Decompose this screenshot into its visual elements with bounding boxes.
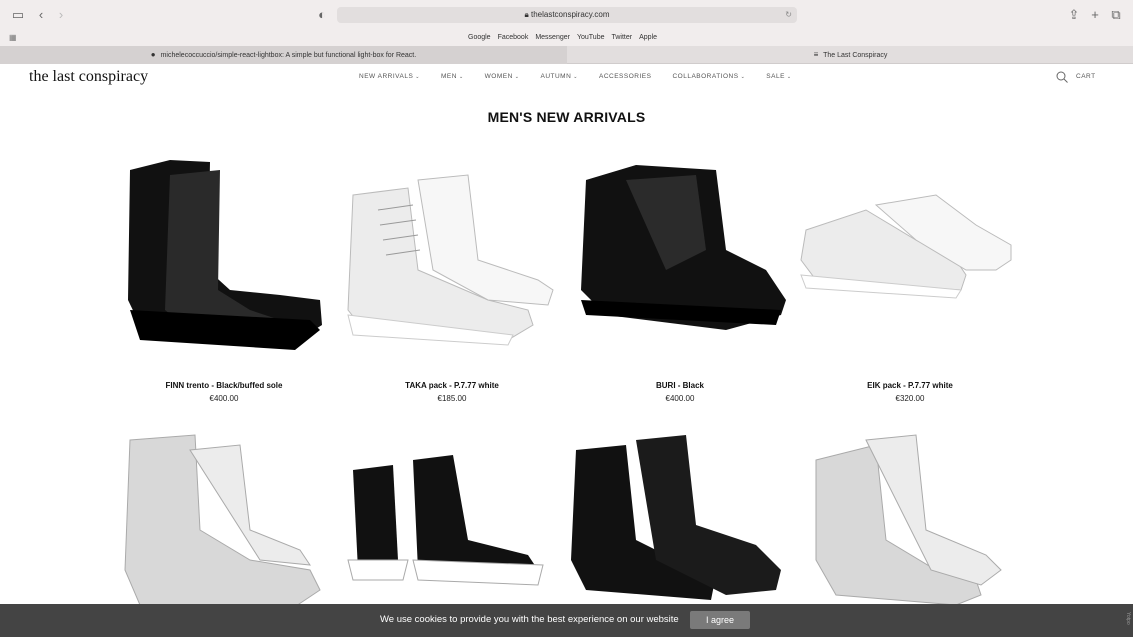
browser-toolbar: ▭ ‹ › ◐ 🔒︎ thelastconspiracy.com ↻ ⇪ + ⧉ (0, 0, 1133, 30)
address-bar[interactable]: 🔒︎ thelastconspiracy.com ↻ (337, 7, 797, 23)
nav-item-label: AUTUMN (540, 73, 572, 80)
nav-item-autumn[interactable]: AUTUMN ⌄ (540, 73, 578, 80)
white-sneaker-image (800, 194, 1012, 299)
url-text: thelastconspiracy.com (530, 10, 610, 19)
product-card[interactable]: FINN trento - Black/buffed sole €400.00 (110, 150, 338, 403)
product-price: €320.00 (895, 394, 925, 403)
reload-icon[interactable]: ↻ (785, 7, 792, 23)
product-image[interactable] (796, 150, 1024, 365)
search-icon[interactable] (1056, 71, 1068, 83)
cookie-banner: We use cookies to provide you with the b… (0, 604, 1133, 637)
nav-item-label: NEW ARRIVALS (359, 73, 414, 80)
tab-label: The Last Conspiracy (823, 52, 888, 59)
white-hightop-image (347, 174, 554, 346)
nav-item-collaborations[interactable]: COLLABORATIONS ⌄ (672, 73, 745, 80)
bookmark-link[interactable]: Facebook (498, 34, 529, 41)
nav-item-men[interactable]: MEN ⌄ (441, 73, 464, 80)
tab-bar: ● michelecoccuccio/simple-react-lightbox… (0, 46, 1133, 64)
sidebar-toggle-icon[interactable]: ▭ (10, 7, 26, 23)
grid-icon[interactable]: ▦ (9, 33, 17, 42)
product-card[interactable]: BURI - Black €400.00 (566, 150, 794, 403)
product-card[interactable]: EIK pack - P.7.77 white €320.00 (796, 150, 1024, 403)
chevron-down-icon: ⌄ (786, 74, 792, 80)
side-badge[interactable]: Yotpo (1125, 612, 1131, 625)
nav-item-sale[interactable]: SALE ⌄ (766, 73, 791, 80)
nav-item-accessories[interactable]: ACCESSORIES (599, 73, 651, 80)
github-icon: ● (150, 50, 156, 59)
product-name[interactable]: BURI - Black (566, 381, 794, 390)
back-icon[interactable]: ‹ (33, 7, 49, 23)
product-price: €400.00 (665, 394, 695, 403)
tab-label: michelecoccuccio/simple-react-lightbox: … (160, 52, 417, 59)
page-title: MEN'S NEW ARRIVALS (487, 109, 646, 125)
new-tab-icon[interactable]: + (1087, 7, 1103, 23)
nav-item-label: MEN (440, 73, 457, 80)
chevron-down-icon: ⌄ (573, 74, 578, 80)
cookie-agree-button[interactable]: I agree (690, 611, 750, 629)
chevron-down-icon: ⌄ (415, 74, 420, 80)
site-header: the last conspiracy NEW ARRIVALS ⌄ MEN ⌄ WOM… (0, 64, 1133, 92)
chevron-down-icon: ⌄ (740, 74, 746, 80)
product-price: €400.00 (209, 394, 239, 403)
bookmark-link[interactable]: Apple (639, 34, 657, 41)
nav-item-label: COLLABORATIONS (672, 73, 739, 80)
product-name[interactable]: FINN trento - Black/buffed sole (110, 381, 338, 390)
site-logo[interactable]: the last conspiracy (29, 68, 148, 86)
tab-overview-icon[interactable]: ⧉ (1108, 7, 1124, 23)
product-name[interactable]: TAKA pack - P.7.77 white (338, 381, 566, 390)
product-card[interactable]: TAKA pack - P.7.77 white €185.00 (338, 150, 566, 403)
tab-github[interactable]: ● michelecoccuccio/simple-react-lightbox… (0, 46, 567, 64)
main-nav: NEW ARRIVALS ⌄ MEN ⌄ WOMEN ⌄ AUTUMN ⌄ ACCESSORIE… (359, 73, 792, 80)
product-name[interactable]: EIK pack - P.7.77 white (796, 381, 1024, 390)
product-price: €185.00 (437, 394, 467, 403)
bookmark-link[interactable]: YouTube (577, 34, 605, 41)
bookmark-link[interactable]: Google (468, 34, 491, 41)
nav-item-new-arrivals[interactable]: NEW ARRIVALS ⌄ (359, 73, 420, 80)
chevron-down-icon: ⌄ (458, 74, 464, 80)
forward-icon[interactable]: › (53, 7, 69, 23)
bookmark-link[interactable]: Messenger (535, 34, 570, 41)
share-icon[interactable]: ⇪ (1066, 7, 1082, 23)
black-laceup-image (581, 165, 786, 330)
nav-item-label: SALE (766, 73, 785, 80)
lock-icon: 🔒︎ (524, 10, 529, 19)
product-image[interactable] (110, 150, 338, 365)
product-image[interactable] (566, 150, 794, 365)
cookie-text: We use cookies to provide you with the b… (380, 614, 679, 625)
black-boot-image (128, 160, 322, 350)
product-image[interactable] (338, 150, 566, 365)
bookmarks-bar: ▦ Google Facebook Messenger YouTube Twitter A… (0, 30, 1133, 46)
privacy-shield-icon[interactable]: ◐ (314, 7, 330, 23)
cart-link[interactable]: CART (1076, 73, 1096, 80)
site-favicon-icon: ≡ (813, 50, 819, 59)
nav-item-label: WOMEN (484, 73, 513, 80)
tab-last-conspiracy[interactable]: ≡ The Last Conspiracy (567, 46, 1133, 64)
nav-item-women[interactable]: WOMEN ⌄ (485, 73, 520, 80)
chevron-down-icon: ⌄ (514, 74, 520, 80)
nav-item-label: ACCESSORIES (599, 73, 652, 80)
bookmark-link[interactable]: Twitter (611, 34, 632, 41)
